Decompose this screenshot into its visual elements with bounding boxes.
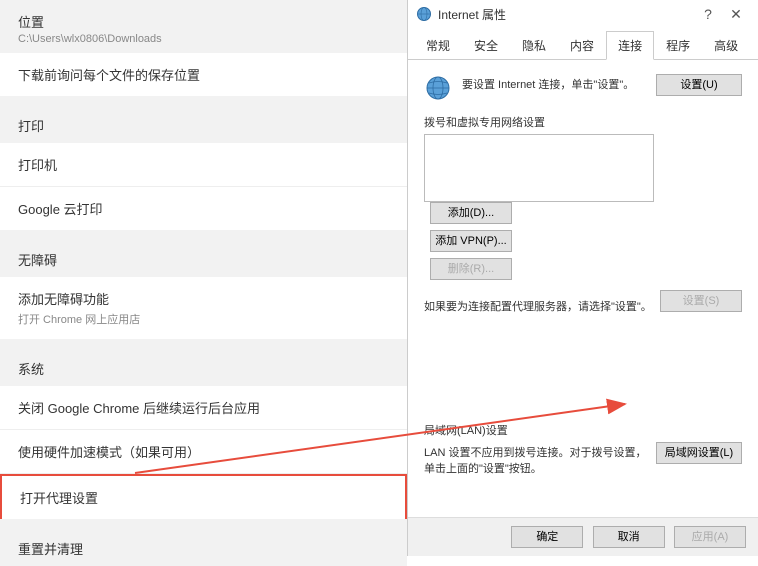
apply-button: 应用(A) (674, 526, 746, 548)
connections-listbox[interactable] (424, 134, 654, 202)
dialog-body: 要设置 Internet 连接，单击"设置"。 设置(U) 拨号和虚拟专用网络设… (408, 60, 758, 484)
tab-general[interactable]: 常规 (414, 31, 462, 60)
background-apps-item[interactable]: 关闭 Google Chrome 后继续运行后台应用 (0, 386, 407, 430)
proxy-note: 如果要为连接配置代理服务器，请选择"设置"。 (424, 298, 660, 314)
dialup-label: 拨号和虚拟专用网络设置 (424, 114, 742, 130)
printer-item[interactable]: 打印机 (0, 143, 407, 187)
dialog-footer: 确定 取消 应用(A) (408, 517, 758, 556)
open-proxy-settings-item[interactable]: 打开代理设置 (0, 474, 407, 519)
internet-properties-dialog: Internet 属性 ? ✕ 常规 安全 隐私 内容 连接 程序 高级 要设置… (407, 0, 758, 556)
ok-button[interactable]: 确定 (511, 526, 583, 548)
globe-icon (424, 74, 452, 102)
tab-programs[interactable]: 程序 (654, 31, 702, 60)
accessibility-header: 无障碍 (0, 238, 407, 277)
setup-text: 要设置 Internet 连接，单击"设置"。 (462, 74, 648, 92)
internet-icon (416, 6, 432, 22)
tab-content[interactable]: 内容 (558, 31, 606, 60)
open-store-subtext: 打开 Chrome 网上应用店 (18, 311, 389, 327)
reset-header: 重置并清理 (0, 527, 407, 566)
dialog-titlebar: Internet 属性 ? ✕ (408, 0, 758, 28)
help-button[interactable]: ? (694, 6, 722, 22)
setup-button[interactable]: 设置(U) (656, 74, 742, 96)
print-header: 打印 (0, 104, 407, 143)
tab-strip: 常规 安全 隐私 内容 连接 程序 高级 (408, 30, 758, 60)
tab-security[interactable]: 安全 (462, 31, 510, 60)
dialog-title: Internet 属性 (438, 6, 694, 23)
add-accessibility-item[interactable]: 添加无障碍功能 打开 Chrome 网上应用店 (0, 277, 407, 339)
add-button[interactable]: 添加(D)... (430, 202, 512, 224)
cloud-print-item[interactable]: Google 云打印 (0, 187, 407, 230)
cancel-button[interactable]: 取消 (593, 526, 665, 548)
ask-before-download[interactable]: 下载前询问每个文件的保存位置 (0, 53, 407, 96)
tab-privacy[interactable]: 隐私 (510, 31, 558, 60)
download-path: C:\Users\wlx0806\Downloads (18, 33, 389, 45)
add-vpn-button[interactable]: 添加 VPN(P)... (430, 230, 512, 252)
tab-connections[interactable]: 连接 (606, 31, 654, 60)
lan-note: LAN 设置不应用到拨号连接。对于拨号设置，单击上面的"设置"按钮。 (424, 444, 648, 476)
system-header: 系统 (0, 347, 407, 386)
hw-accel-item[interactable]: 使用硬件加速模式（如果可用） (0, 430, 407, 474)
chrome-settings-panel: 位置 C:\Users\wlx0806\Downloads 下载前询问每个文件的… (0, 0, 407, 556)
connection-settings-button: 设置(S) (660, 290, 742, 312)
remove-button: 删除(R)... (430, 258, 512, 280)
location-header: 位置 C:\Users\wlx0806\Downloads (0, 0, 407, 53)
tab-advanced[interactable]: 高级 (702, 31, 750, 60)
lan-label: 局域网(LAN)设置 (424, 422, 742, 438)
lan-settings-button[interactable]: 局域网设置(L) (656, 442, 742, 464)
close-button[interactable]: ✕ (722, 6, 750, 23)
